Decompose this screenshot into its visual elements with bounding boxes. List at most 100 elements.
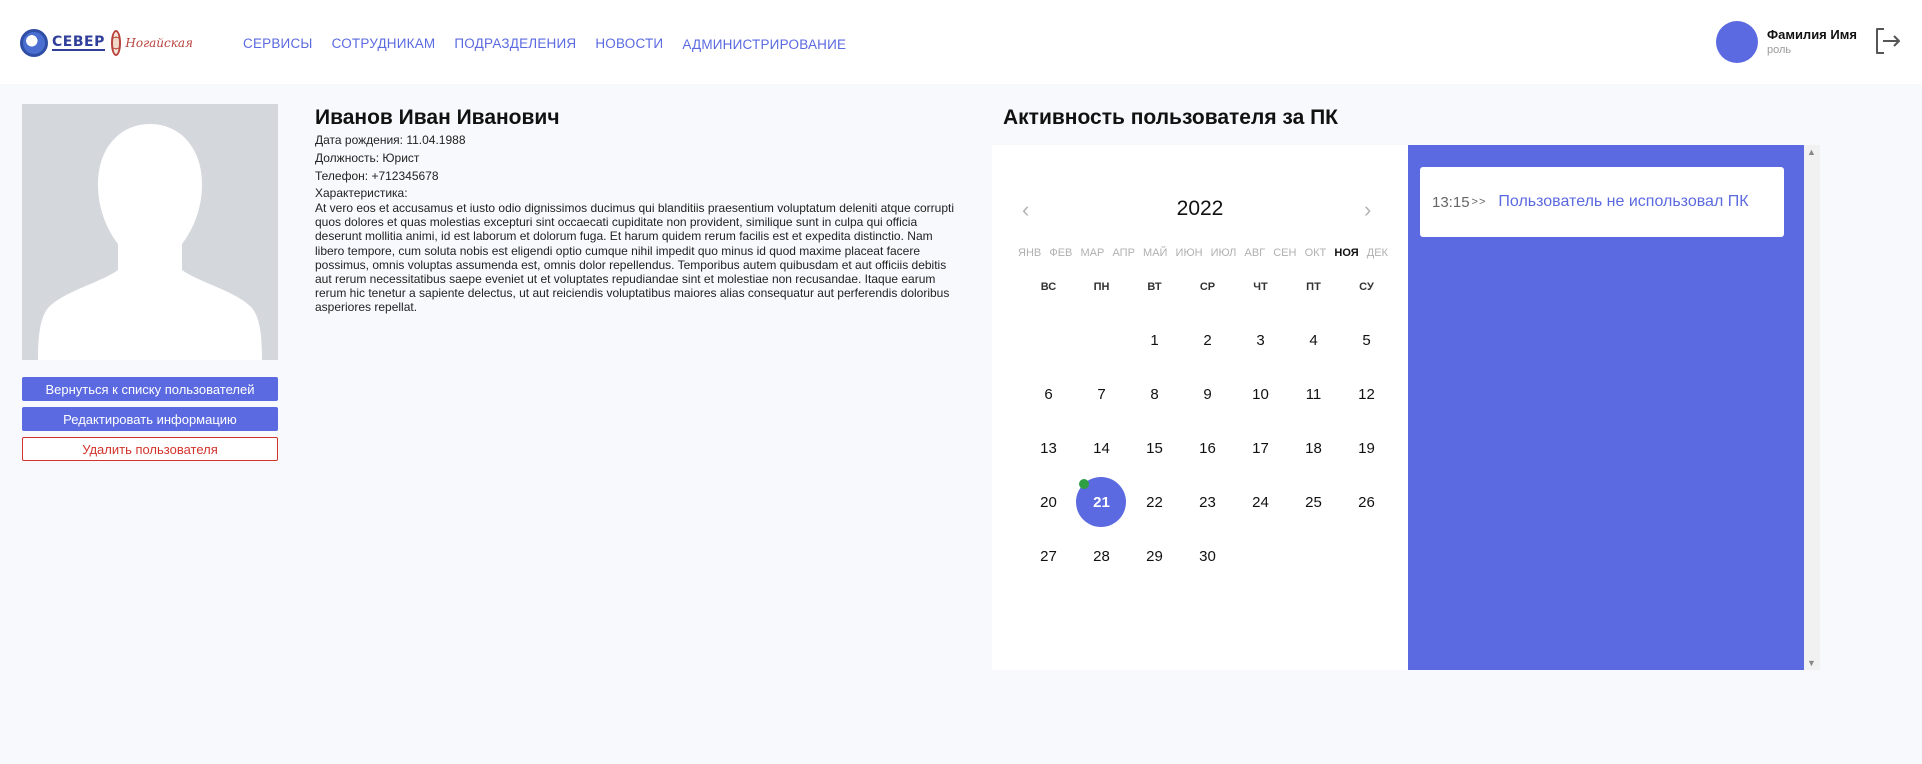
main-nav: СЕРВИСЫ СОТРУДНИКАМ ПОДРАЗДЕЛЕНИЯ НОВОСТ… [243, 36, 865, 52]
day-22[interactable]: 22 [1128, 475, 1181, 529]
day-2[interactable]: 2 [1181, 313, 1234, 367]
day-number: 15 [1146, 439, 1163, 457]
day-number: 2 [1203, 331, 1212, 349]
day-number: 19 [1358, 439, 1375, 457]
edit-info-button[interactable]: Редактировать информацию [22, 407, 278, 431]
top-header: СЕВЕР Ногайская СЕРВИСЫ СОТРУДНИКАМ ПОДР… [0, 0, 1922, 84]
day-25[interactable]: 25 [1287, 475, 1340, 529]
activity-dot [1079, 479, 1089, 489]
scroll-up-icon[interactable]: ▲ [1807, 147, 1816, 157]
month-9[interactable]: СЕН [1273, 247, 1296, 259]
nav-administration[interactable]: АДМИНИСТРИРОВАНИЕ [682, 37, 846, 52]
day-number: 1 [1150, 331, 1159, 349]
month-4[interactable]: АПР [1112, 247, 1134, 259]
day-number: 25 [1305, 493, 1322, 511]
day-11[interactable]: 11 [1287, 367, 1340, 421]
day-14[interactable]: 14 [1075, 421, 1128, 475]
weekday-label: ЧТ [1253, 281, 1268, 293]
characteristics-label: Характеристика: [315, 186, 408, 200]
month-3[interactable]: МАР [1081, 247, 1105, 259]
profile-name: Иванов Иван Иванович [315, 106, 560, 129]
day-number: 26 [1358, 493, 1375, 511]
day-number: 23 [1199, 493, 1216, 511]
day-number: 29 [1146, 547, 1163, 565]
day-13[interactable]: 13 [1022, 421, 1075, 475]
day-number: 8 [1150, 385, 1159, 403]
day-number: 22 [1146, 493, 1163, 511]
month-selector: ЯНВ ФЕВ МАР АПР МАЙ ИЮН ИЮЛ АВГ СЕН ОКТ НОЯ ДЕК [1018, 247, 1388, 259]
day-12[interactable]: 12 [1340, 367, 1393, 421]
day-26[interactable]: 26 [1340, 475, 1393, 529]
day-27[interactable]: 27 [1022, 529, 1075, 583]
nav-services[interactable]: СЕРВИСЫ [243, 36, 313, 51]
activity-scrollbar[interactable]: ▲ ▼ [1804, 145, 1820, 670]
phone: Телефон: +712345678 [315, 169, 439, 183]
weekday-label: ПН [1093, 281, 1110, 293]
day-8[interactable]: 8 [1128, 367, 1181, 421]
day-17[interactable]: 17 [1234, 421, 1287, 475]
month-12[interactable]: ДЕК [1367, 247, 1388, 259]
day-number: 13 [1040, 439, 1057, 457]
day-5[interactable]: 5 [1340, 313, 1393, 367]
weekday-label: ВТ [1147, 281, 1162, 293]
scroll-down-icon[interactable]: ▼ [1807, 658, 1816, 668]
day-number: 18 [1305, 439, 1322, 457]
back-to-users-button[interactable]: Вернуться к списку пользователей [22, 377, 278, 401]
weekday-header: ВС ПН ВТ СР ЧТ ПТ СУ [1022, 281, 1394, 293]
month-2[interactable]: ФЕВ [1049, 247, 1072, 259]
seal-icon [111, 30, 122, 56]
day-10[interactable]: 10 [1234, 367, 1287, 421]
day-number: 12 [1358, 385, 1375, 403]
day-6[interactable]: 6 [1022, 367, 1075, 421]
month-5[interactable]: МАЙ [1143, 247, 1167, 259]
day-3[interactable]: 3 [1234, 313, 1287, 367]
day-28[interactable]: 28 [1075, 529, 1128, 583]
profile-photo-placeholder [22, 104, 278, 360]
day-20[interactable]: 20 [1022, 475, 1075, 529]
chevron-right-icon[interactable]: › [1364, 197, 1371, 223]
month-11[interactable]: НОЯ [1334, 247, 1358, 259]
day-30[interactable]: 30 [1181, 529, 1234, 583]
day-number: 14 [1093, 439, 1110, 457]
day-4[interactable]: 4 [1287, 313, 1340, 367]
day-21[interactable]: 21 [1075, 475, 1128, 529]
person-silhouette-icon [38, 124, 262, 360]
sever-logo[interactable]: СЕВЕР [20, 28, 106, 58]
day-grid: 1 2 3 4 5 6 7 8 9 10 11 12 13 14 15 16 17 18 19 20 21 22 23 24 2… [1022, 313, 1394, 583]
weekday-label: СУ [1359, 281, 1374, 293]
day-9[interactable]: 9 [1181, 367, 1234, 421]
nav-news[interactable]: НОВОСТИ [595, 36, 663, 51]
day-number: 30 [1199, 547, 1216, 565]
log-entry[interactable]: 13:15 >> Пользователь не использовал ПК [1420, 167, 1784, 237]
day-16[interactable]: 16 [1181, 421, 1234, 475]
weekday-label: СР [1199, 281, 1216, 293]
month-7[interactable]: ИЮЛ [1211, 247, 1237, 259]
day-1[interactable]: 1 [1128, 313, 1181, 367]
day-15[interactable]: 15 [1128, 421, 1181, 475]
characteristics-text: At vero eos et accusamus et iusto odio d… [315, 201, 954, 315]
month-6[interactable]: ИЮН [1176, 247, 1203, 259]
day-29[interactable]: 29 [1128, 529, 1181, 583]
day-number: 27 [1040, 547, 1057, 565]
day-number: 7 [1097, 385, 1106, 403]
day-7[interactable]: 7 [1075, 367, 1128, 421]
day-number: 4 [1309, 331, 1318, 349]
day-24[interactable]: 24 [1234, 475, 1287, 529]
logout-icon[interactable] [1872, 26, 1902, 56]
delete-user-button[interactable]: Удалить пользователя [22, 437, 278, 461]
day-number: 17 [1252, 439, 1269, 457]
day-18[interactable]: 18 [1287, 421, 1340, 475]
user-avatar[interactable] [1716, 21, 1758, 63]
nav-employees[interactable]: СОТРУДНИКАМ [332, 36, 436, 51]
month-8[interactable]: АВГ [1244, 247, 1265, 259]
day-23[interactable]: 23 [1181, 475, 1234, 529]
day-number: 10 [1252, 385, 1269, 403]
day-number: 16 [1199, 439, 1216, 457]
month-10[interactable]: ОКТ [1305, 247, 1327, 259]
secondary-logo[interactable]: Ногайская [111, 28, 193, 58]
nav-departments[interactable]: ПОДРАЗДЕЛЕНИЯ [454, 36, 576, 51]
month-1[interactable]: ЯНВ [1018, 247, 1041, 259]
user-name: Фамилия Имя [1767, 27, 1857, 42]
day-19[interactable]: 19 [1340, 421, 1393, 475]
day-number: 3 [1256, 331, 1265, 349]
